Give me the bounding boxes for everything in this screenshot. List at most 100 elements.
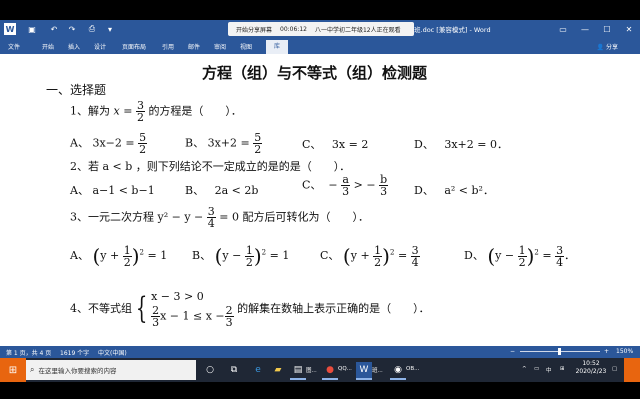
qq-icon[interactable]: ●	[322, 362, 338, 380]
q2-option-a: A、 a−1 < b−1	[70, 182, 155, 198]
option-expr: y −	[222, 249, 242, 262]
print-icon[interactable]: ⎙	[86, 23, 98, 35]
option-label: B、	[185, 136, 205, 150]
clock[interactable]: 10:52 2020/2/23	[574, 360, 608, 376]
tab-design[interactable]: 设计	[94, 42, 106, 51]
redo-icon[interactable]: ↷	[66, 23, 78, 35]
ribbon-display-icon[interactable]: ▭	[552, 20, 574, 38]
frac-num: 1	[244, 243, 254, 257]
search-icon: ⌕	[30, 365, 35, 374]
word-logo-icon[interactable]: W	[4, 23, 16, 35]
title-bar: W ▣ ↶ ↷ ⎙ ▾ 开始分享屏幕 00:06:12 八一中学初二年级12人正…	[0, 20, 640, 38]
q3-option-a: A、 (y + 1 2)2 = 1	[70, 243, 168, 269]
chevron-up-icon[interactable]: ^	[522, 366, 527, 372]
tab-insert[interactable]: 插入	[68, 42, 80, 51]
task-view-icon[interactable]: ⧉	[226, 362, 242, 378]
share-button[interactable]: 👤 分享	[597, 42, 618, 51]
paren-open: (	[342, 244, 351, 268]
tab-references[interactable]: 引用	[162, 42, 174, 51]
q2-option-d: D、 a² < b²．	[414, 182, 494, 198]
option-label: A、	[70, 249, 89, 262]
start-button[interactable]: ⊞	[0, 358, 26, 382]
screen-share-strip[interactable]: 开始分享屏幕 00:06:12 八一中学初二年级12人正在观看	[228, 22, 414, 36]
q3-prefix: 3、一元二次方程 y² − y −	[70, 210, 204, 224]
zoom-level[interactable]: 150%	[616, 348, 633, 355]
zoom-out-icon[interactable]: −	[510, 348, 515, 355]
document-page[interactable]: 方程（组）与不等式（组）检测题 一、选择题 1、解为 x = 32 的方程是（ …	[20, 54, 620, 346]
qq-label: QQ...	[338, 366, 352, 372]
option-label: B、	[192, 249, 212, 262]
brace: {	[135, 290, 148, 326]
option-label: D、	[414, 138, 434, 151]
option-expr: y −	[495, 249, 515, 262]
word-label: 班...	[372, 368, 383, 374]
word-count[interactable]: 1619 个字	[60, 348, 89, 357]
windows-icon: ⊞	[8, 364, 18, 376]
tab-mailings[interactable]: 邮件	[188, 42, 200, 51]
option-fraction: 12	[244, 243, 254, 268]
zoom-in-icon[interactable]: +	[604, 348, 609, 355]
save-icon[interactable]: ▣	[26, 23, 38, 35]
option-label: A、	[70, 184, 89, 197]
grid-icon[interactable]: ⊞	[560, 366, 565, 372]
q2-option-b: B、 2a < 2b	[185, 182, 258, 198]
network-icon[interactable]: ▭	[534, 366, 539, 372]
minimize-icon[interactable]: —	[574, 20, 596, 38]
explorer-icon[interactable]: ▰	[270, 362, 286, 378]
ribbon-tabs: 文件 开始 插入 设计 页面布局 引用 邮件 审阅 视图 库 👤 分享	[0, 38, 640, 54]
q4-prefix: 4、不等式组	[70, 301, 132, 315]
clock-time: 10:52	[582, 360, 600, 367]
media-label: 图...	[306, 368, 317, 374]
edge-icon[interactable]: e	[250, 362, 266, 378]
undo-icon[interactable]: ↶	[48, 23, 60, 35]
maximize-icon[interactable]: ☐	[596, 20, 618, 38]
option-expr: y +	[100, 249, 120, 262]
tab-review[interactable]: 审阅	[214, 42, 226, 51]
zoom-slider-handle[interactable]	[558, 348, 561, 355]
frac-num: 1	[122, 243, 132, 257]
frac-den: 3	[225, 315, 233, 329]
screen: W ▣ ↶ ↷ ⎙ ▾ 开始分享屏幕 00:06:12 八一中学初二年级12人正…	[0, 0, 640, 399]
option-expr: −	[328, 178, 338, 192]
cortana-icon[interactable]: ○	[202, 362, 218, 378]
frac-den: 3	[152, 315, 160, 329]
share-label: 分享	[605, 44, 618, 51]
frac-den: 2	[374, 255, 382, 269]
word-icon[interactable]: W	[356, 362, 372, 380]
option-expr: 3x−2 =	[92, 136, 135, 150]
q3-option-d: D、 (y − 1 2)2 = 3 4 ．	[464, 243, 576, 269]
frac-num: 1	[373, 243, 383, 257]
option-fraction: 34	[555, 243, 565, 268]
tab-layout[interactable]: 页面布局	[122, 42, 146, 51]
option-fraction: b3	[379, 174, 389, 197]
notification-icon[interactable]: ▢	[612, 366, 617, 372]
search-placeholder: 在这里输入你要搜索的内容	[38, 367, 117, 375]
frac-num: 3	[555, 243, 565, 257]
frac-den: 2	[123, 255, 131, 269]
recording-frame-edge	[624, 358, 640, 382]
status-bar: 第 1 页，共 4 页 1619 个字 中文(中国) − + 150%	[0, 346, 640, 358]
frac-num: 3	[410, 243, 420, 257]
option-expr: a² < b²．	[444, 184, 494, 197]
media-icon[interactable]: ▤	[290, 362, 306, 380]
search-box[interactable]: ⌕ 在这里输入你要搜索的内容	[26, 360, 196, 380]
doc-heading: 方程（组）与不等式（组）检测题	[202, 64, 428, 82]
close-icon[interactable]: ✕	[618, 20, 640, 38]
option-expr: 3x = 2	[331, 138, 369, 151]
page-count[interactable]: 第 1 页，共 4 页	[6, 348, 51, 357]
language[interactable]: 中文(中国)	[98, 348, 127, 357]
q3-fraction: 34	[206, 206, 216, 229]
tab-view[interactable]: 视图	[240, 42, 252, 51]
dropdown-icon[interactable]: ▾	[104, 23, 116, 35]
tab-library[interactable]: 库	[266, 40, 289, 54]
tab-file[interactable]: 文件	[8, 42, 20, 51]
document-title: 班.doc [兼容模式] - Word	[414, 26, 491, 34]
obs-icon[interactable]: ◉	[390, 362, 406, 380]
paren-close: )	[131, 244, 140, 268]
option-fraction: 52	[138, 132, 148, 155]
frac-den: 3	[342, 185, 350, 198]
tab-home[interactable]: 开始	[42, 42, 54, 51]
option-fraction: 12	[517, 245, 527, 268]
ime-indicator[interactable]: 中	[546, 366, 552, 374]
option-label: D、	[464, 249, 484, 262]
